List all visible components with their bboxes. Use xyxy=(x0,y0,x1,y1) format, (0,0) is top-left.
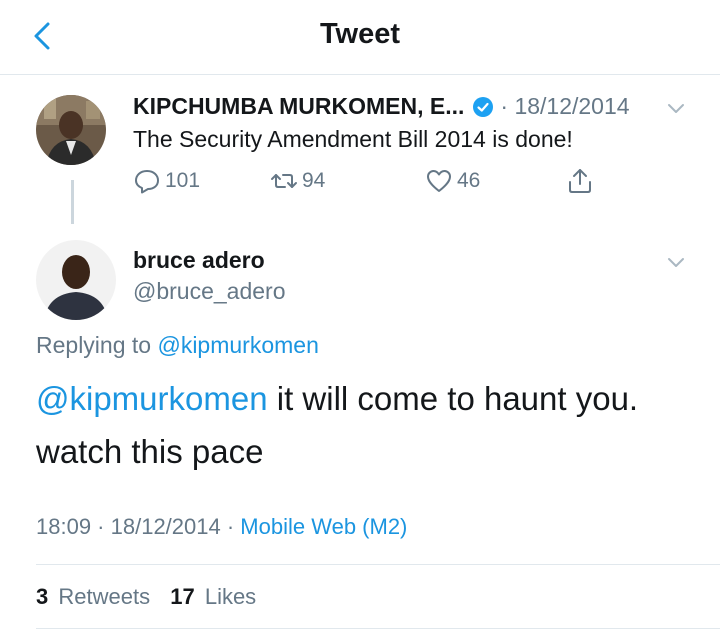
verified-badge-icon xyxy=(473,96,494,117)
tweet-date: 18/12/2014 xyxy=(110,514,221,539)
profile-photo-icon xyxy=(36,240,116,320)
tweet-timestamp: 18:09 · 18/12/2014 · Mobile Web (M2) xyxy=(36,514,408,539)
chevron-down-icon[interactable] xyxy=(664,96,688,120)
tweet-text: @kipmurkomen it will come to haunt you. … xyxy=(36,372,696,478)
page-title: Tweet xyxy=(319,18,401,50)
tweet-date: · 18/12/2014 xyxy=(500,93,630,119)
mention-link[interactable]: @kipmurkomen xyxy=(36,380,268,417)
parent-tweet-header: KIPCHUMBA MURKOMEN, E... · 18/12/2014 xyxy=(133,93,630,120)
retweets-label: Retweets xyxy=(58,584,151,609)
like-button[interactable]: 46 xyxy=(425,166,480,196)
likes-stat[interactable]: 17 Likes xyxy=(170,584,256,609)
retweet-count: 3 xyxy=(36,584,49,609)
top-bar: Tweet xyxy=(0,0,720,75)
reply-count: 101 xyxy=(165,169,201,192)
reply-icon xyxy=(135,170,159,194)
author-name[interactable]: KIPCHUMBA MURKOMEN, E... xyxy=(133,93,464,120)
retweet-count: 94 xyxy=(302,169,326,192)
likes-label: Likes xyxy=(204,584,257,609)
engagement-stats: 3 Retweets 17 Likes xyxy=(36,584,256,610)
replying-to-link[interactable]: @kipmurkomen xyxy=(157,332,318,358)
like-count: 46 xyxy=(457,169,481,192)
share-icon xyxy=(569,169,591,193)
retweets-stat[interactable]: 3 Retweets xyxy=(36,584,150,609)
retweet-button[interactable]: 94 xyxy=(270,166,325,196)
divider xyxy=(36,564,720,565)
author-name[interactable]: bruce adero xyxy=(133,247,265,274)
divider xyxy=(36,628,720,629)
reply-button[interactable]: 101 xyxy=(133,166,200,196)
tweet-source[interactable]: Mobile Web (M2) xyxy=(240,514,407,539)
tweet-text: The Security Amendment Bill 2014 is done… xyxy=(133,126,573,152)
like-count: 17 xyxy=(170,584,195,609)
share-button[interactable] xyxy=(566,166,598,196)
heart-icon xyxy=(427,170,451,192)
date-value: 18/12/2014 xyxy=(514,93,630,119)
avatar[interactable] xyxy=(36,240,116,320)
chevron-down-icon[interactable] xyxy=(664,250,688,274)
author-handle[interactable]: @bruce_adero xyxy=(133,278,286,305)
thread-connector-line xyxy=(71,180,74,224)
avatar[interactable] xyxy=(36,95,106,165)
replying-label: Replying to xyxy=(36,332,152,358)
tweet-time: 18:09 xyxy=(36,514,92,539)
profile-photo-icon xyxy=(36,95,106,165)
retweet-icon xyxy=(271,174,297,188)
replying-to-line: Replying to @kipmurkomen xyxy=(36,332,319,359)
